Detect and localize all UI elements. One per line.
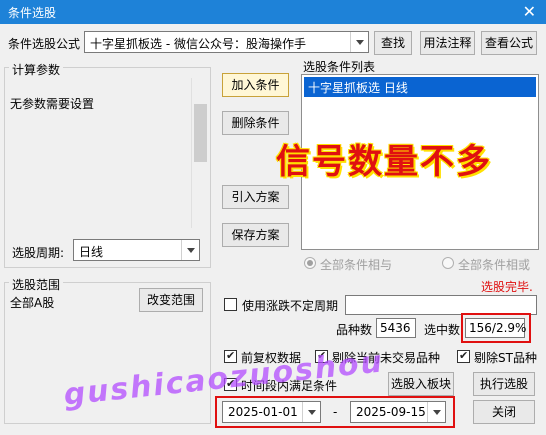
- period-option-checkbox[interactable]: [224, 298, 237, 311]
- range-group-title: 选股范围: [9, 276, 64, 293]
- or-radio-label: 全部条件相或: [458, 258, 531, 272]
- chevron-down-icon[interactable]: [302, 402, 320, 422]
- period-label: 选股周期:: [12, 246, 65, 260]
- chevron-down-icon[interactable]: [350, 32, 368, 52]
- period-select[interactable]: 日线: [73, 239, 200, 261]
- find-button[interactable]: 查找: [374, 31, 412, 55]
- and-radio-label: 全部条件相与: [320, 258, 393, 272]
- run-button[interactable]: 执行选股: [473, 372, 535, 396]
- formula-select-value: 十字星抓板选 - 微信公众号：股海操作手: [90, 37, 306, 51]
- exclude-st-checkbox[interactable]: [457, 349, 470, 363]
- selected-label: 选中数: [424, 323, 461, 337]
- change-range-button[interactable]: 改变范围: [139, 288, 203, 312]
- usage-button[interactable]: 用法注释: [420, 31, 475, 55]
- and-radio[interactable]: [304, 257, 316, 269]
- formula-label: 条件选股公式: [8, 37, 81, 51]
- date-separator: -: [333, 405, 338, 419]
- formula-select[interactable]: 十字星抓板选 - 微信公众号：股海操作手: [84, 31, 369, 53]
- params-group-title: 计算参数: [9, 61, 64, 78]
- import-plan-button[interactable]: 引入方案: [222, 185, 289, 209]
- period-option-input[interactable]: [345, 295, 537, 315]
- to-block-button[interactable]: 选股入板块: [388, 372, 454, 396]
- condition-list-item[interactable]: 十字星抓板选 日线: [304, 77, 536, 97]
- count-label: 品种数: [336, 323, 373, 337]
- close-icon[interactable]: ✕: [523, 2, 536, 21]
- params-scrollbar[interactable]: [191, 78, 208, 228]
- date-to-picker[interactable]: 2025-09-15: [350, 401, 446, 423]
- chevron-down-icon[interactable]: [181, 240, 199, 260]
- range-value: 全部A股: [10, 296, 55, 310]
- date-from-picker[interactable]: 2025-01-01: [222, 401, 321, 423]
- delete-condition-button[interactable]: 删除条件: [222, 111, 289, 135]
- scroll-thumb[interactable]: [194, 104, 207, 162]
- period-option-label: 使用涨跌不定周期: [242, 299, 339, 313]
- status-text: 选股完毕.: [481, 280, 533, 294]
- selected-highlight: [461, 313, 531, 343]
- title-bar: 条件选股 ✕: [0, 0, 546, 24]
- exclude-st-label: 剔除ST品种: [474, 351, 537, 365]
- condition-list-title: 选股条件列表: [303, 60, 376, 74]
- period-select-value: 日线: [79, 245, 104, 259]
- save-plan-button[interactable]: 保存方案: [222, 223, 289, 247]
- close-button[interactable]: 关闭: [473, 400, 535, 424]
- or-radio[interactable]: [442, 257, 454, 269]
- date-to-value: 2025-09-15: [356, 405, 426, 419]
- window-title: 条件选股: [8, 6, 57, 20]
- count-value: 5436: [376, 318, 416, 338]
- view-formula-button[interactable]: 查看公式: [481, 31, 537, 55]
- chevron-down-icon[interactable]: [427, 402, 445, 422]
- date-from-value: 2025-01-01: [228, 405, 298, 419]
- overlay-headline: 信号数量不多: [276, 142, 492, 182]
- params-none-text: 无参数需要设置: [10, 97, 95, 111]
- add-condition-button[interactable]: 加入条件: [222, 73, 289, 97]
